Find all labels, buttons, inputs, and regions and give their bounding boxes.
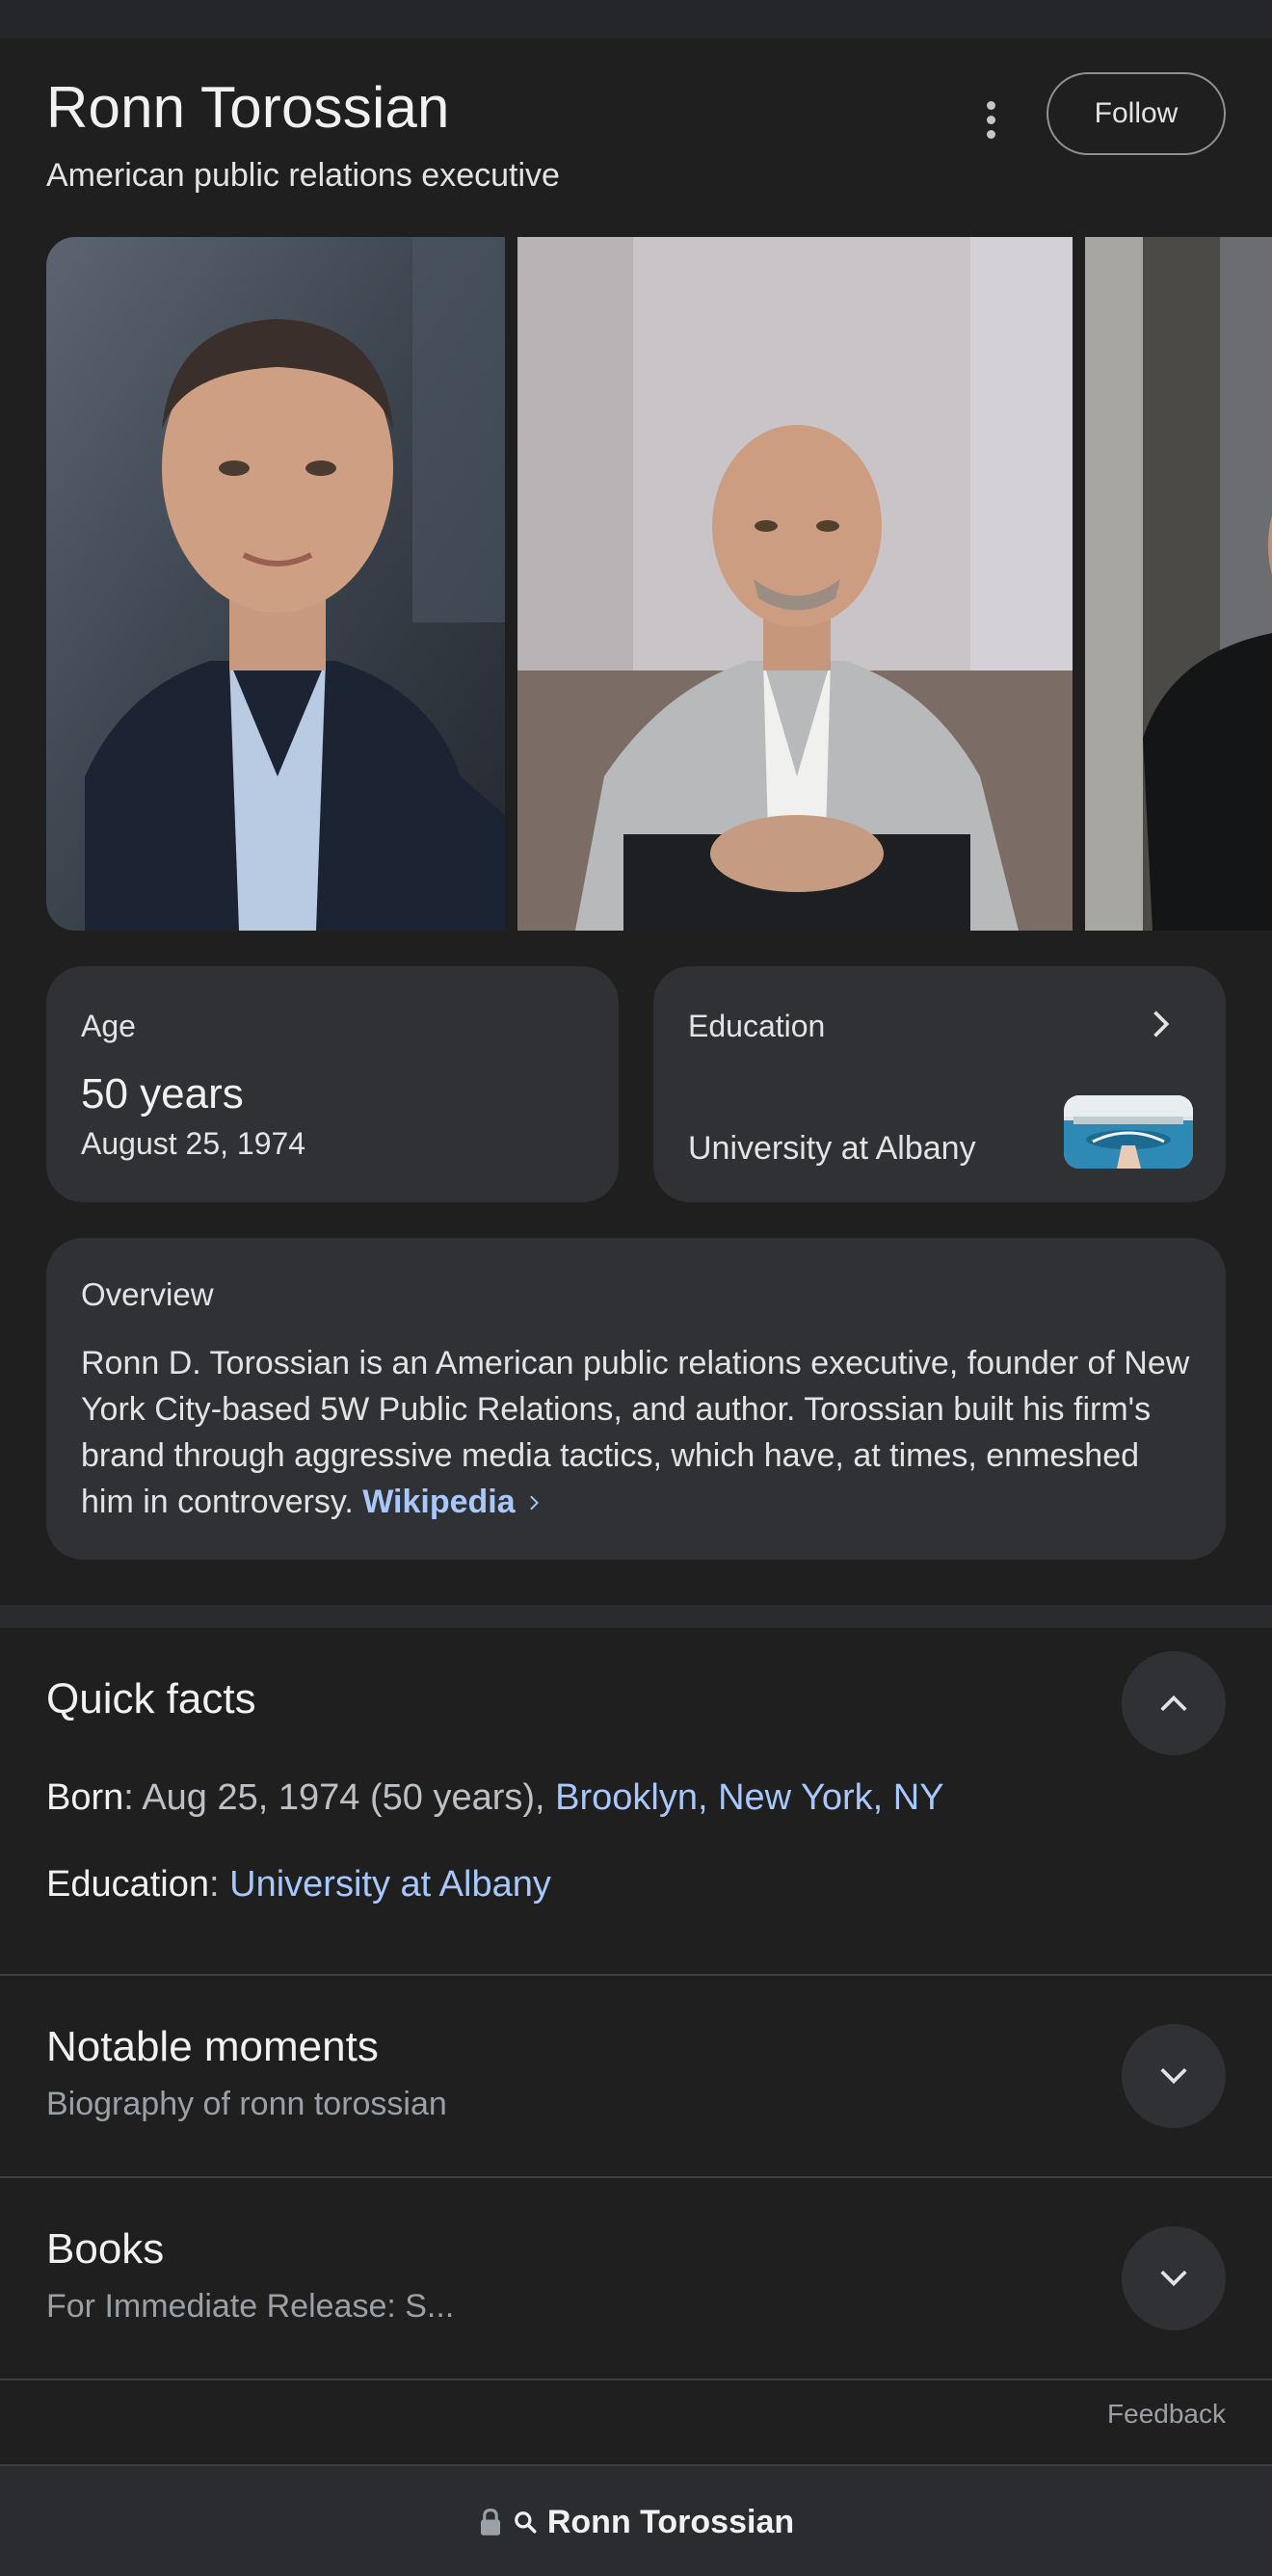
education-value: University at Albany (688, 1130, 976, 1167)
bottom-address-bar: Ronn Torossian (0, 2464, 1272, 2576)
expand-books-button[interactable] (1122, 2226, 1226, 2330)
overview-title: Overview (81, 1276, 214, 1312)
quick-facts-section: Quick facts Born: Aug 25, 1974 (50 years… (0, 1628, 1272, 1975)
birthplace-link[interactable]: Brooklyn, New York, NY (555, 1777, 943, 1818)
image-gallery[interactable] (46, 237, 1272, 931)
search-query: Ronn Torossian (546, 2503, 795, 2540)
gallery-image-cropped[interactable] (1085, 237, 1272, 931)
education-card[interactable]: Education University at Albany (653, 966, 1226, 1202)
chevron-up-icon (1160, 1695, 1187, 1712)
section-divider (0, 1605, 1272, 1628)
books-section[interactable]: Books For Immediate Release: S... (0, 2178, 1272, 2379)
fact-education: Education: University at Albany (46, 1861, 551, 1907)
age-value: 50 years (81, 1070, 244, 1117)
fact-born: Born: Aug 25, 1974 (50 years), Brooklyn,… (46, 1774, 944, 1821)
notable-moments-title: Notable moments (46, 2023, 379, 2070)
expand-notable-moments-button[interactable] (1122, 2024, 1226, 2128)
fact-born-value: Aug 25, 1974 (50 years), (142, 1777, 556, 1818)
feedback-link[interactable]: Feedback (1107, 2397, 1226, 2431)
age-label: Age (81, 1009, 136, 1043)
wikipedia-link-label: Wikipedia (362, 1484, 516, 1520)
chevron-down-icon (1160, 2067, 1187, 2085)
birth-date: August 25, 1974 (81, 1126, 306, 1161)
books-title: Books (46, 2225, 165, 2273)
fact-born-separator: : (123, 1777, 143, 1818)
lock-icon (480, 2508, 500, 2536)
notable-moments-subtitle: Biography of ronn torossian (46, 2086, 447, 2122)
overview-text: Ronn D. Torossian is an American public … (81, 1340, 1195, 1525)
overview-description: Ronn D. Torossian is an American public … (81, 1345, 1190, 1520)
quick-facts-title: Quick facts (46, 1675, 256, 1722)
status-strip (0, 0, 1272, 39)
education-label: Education (688, 1009, 826, 1043)
entity-header: Ronn Torossian American public relations… (46, 69, 1226, 214)
address-pill[interactable]: Ronn Torossian (0, 2466, 1272, 2576)
books-subtitle: For Immediate Release: S... (46, 2288, 455, 2325)
chevron-down-icon (1160, 2270, 1187, 2287)
follow-button[interactable]: Follow (1047, 72, 1226, 155)
age-card[interactable]: Age 50 years August 25, 1974 (46, 966, 619, 1202)
knowledge-panel-page: Ronn Torossian American public relations… (0, 0, 1272, 2576)
gallery-image-seated[interactable] (517, 237, 1073, 931)
chevron-right-icon[interactable] (1141, 1003, 1183, 1045)
gallery-image-portrait[interactable] (46, 237, 505, 931)
education-thumbnail (1064, 1095, 1193, 1169)
fact-born-key: Born (46, 1777, 124, 1818)
divider (0, 2379, 1272, 2380)
entity-subtitle: American public relations executive (46, 157, 560, 194)
fact-education-key: Education (46, 1864, 210, 1905)
notable-moments-section[interactable]: Notable moments Biography of ronn toross… (0, 1976, 1272, 2176)
fact-education-separator: : (209, 1864, 230, 1905)
overview-card: Overview Ronn D. Torossian is an America… (46, 1238, 1226, 1560)
wikipedia-link[interactable]: Wikipedia (362, 1484, 545, 1520)
education-link[interactable]: University at Albany (229, 1864, 551, 1905)
chevron-right-icon (529, 1495, 539, 1511)
more-options-icon[interactable] (962, 91, 1020, 148)
collapse-quick-facts-button[interactable] (1122, 1651, 1226, 1755)
search-icon (515, 2511, 537, 2534)
